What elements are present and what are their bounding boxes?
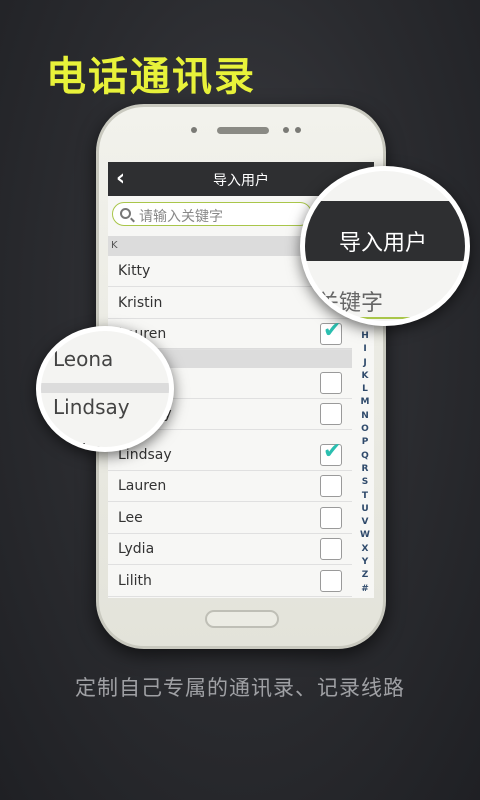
index-letter[interactable]: R xyxy=(358,463,372,476)
magnifier-list: Leona Lindsay Lauren xyxy=(36,326,174,452)
contact-row[interactable]: Lee xyxy=(108,503,352,534)
contact-checkbox[interactable] xyxy=(320,475,342,497)
contact-checkbox[interactable] xyxy=(320,570,342,592)
index-letter[interactable]: X xyxy=(358,543,372,556)
contact-name: Lydia xyxy=(118,541,155,557)
contact-checkbox[interactable]: ✔ xyxy=(320,439,342,466)
contact-checkbox[interactable] xyxy=(320,372,342,394)
index-letter[interactable]: T xyxy=(358,490,372,503)
search-icon xyxy=(120,208,131,219)
contact-name: Kristin xyxy=(118,295,163,311)
caption: 定制自己专属的通讯录、记录线路 xyxy=(75,676,405,700)
search-input[interactable]: 请输入关键字 xyxy=(112,202,312,226)
sensor-dot xyxy=(191,127,197,133)
sensor-dot xyxy=(283,127,289,133)
magnified-contact: Leona xyxy=(53,347,114,371)
magnified-placeholder: 关键字 xyxy=(317,291,384,316)
index-letter[interactable]: L xyxy=(358,383,372,396)
index-letter[interactable]: P xyxy=(358,436,372,449)
contact-name: Lindsay xyxy=(118,447,172,463)
index-letter[interactable]: Y xyxy=(358,556,372,569)
index-letter[interactable]: W xyxy=(358,529,372,542)
contact-name: Lauren xyxy=(118,478,167,494)
magnifier-title: 导入用户 关键字 xyxy=(300,166,470,326)
contact-checkbox[interactable] xyxy=(320,403,342,425)
contact-checkbox[interactable]: ✔ xyxy=(320,318,342,345)
headline: 电话通讯录 xyxy=(46,54,256,100)
contact-row[interactable]: Lilith xyxy=(108,566,352,597)
search-placeholder: 请输入关键字 xyxy=(139,209,223,225)
camera-dot xyxy=(295,127,301,133)
index-letter[interactable]: N xyxy=(358,410,372,423)
index-letter[interactable]: K xyxy=(358,370,372,383)
index-letter[interactable]: I xyxy=(358,343,372,356)
contact-name: Kitty xyxy=(118,263,151,279)
contact-row[interactable]: Lydia xyxy=(108,534,352,565)
magnified-title: 导入用户 xyxy=(339,231,428,256)
magnified-section-divider xyxy=(41,383,169,393)
alphabet-index[interactable]: H I J K L M N O P Q R S T U V W X Y Z # xyxy=(358,330,372,596)
contact-name: Lee xyxy=(118,510,143,526)
index-letter[interactable]: U xyxy=(358,503,372,516)
contact-name: Lilith xyxy=(118,573,152,589)
checkmark-icon: ✔ xyxy=(323,439,342,464)
index-letter[interactable]: M xyxy=(358,396,372,409)
index-letter[interactable]: V xyxy=(358,516,372,529)
index-letter[interactable]: J xyxy=(358,357,372,370)
magnified-input-underline xyxy=(305,317,465,319)
index-letter[interactable]: Q xyxy=(358,450,372,463)
index-letter[interactable]: S xyxy=(358,476,372,489)
index-letter[interactable]: Z xyxy=(358,569,372,582)
contact-checkbox[interactable] xyxy=(320,507,342,529)
index-letter[interactable]: # xyxy=(358,583,372,596)
magnified-contact: Lindsay xyxy=(53,395,130,419)
index-letter[interactable]: H xyxy=(358,330,372,343)
checkmark-icon: ✔ xyxy=(323,318,342,343)
magnified-title-bar: 导入用户 xyxy=(305,201,465,261)
home-button[interactable] xyxy=(205,610,279,628)
contact-row[interactable]: Lauren xyxy=(108,471,352,502)
contact-checkbox[interactable] xyxy=(320,538,342,560)
speaker-grille xyxy=(217,127,269,134)
index-letter[interactable]: O xyxy=(358,423,372,436)
